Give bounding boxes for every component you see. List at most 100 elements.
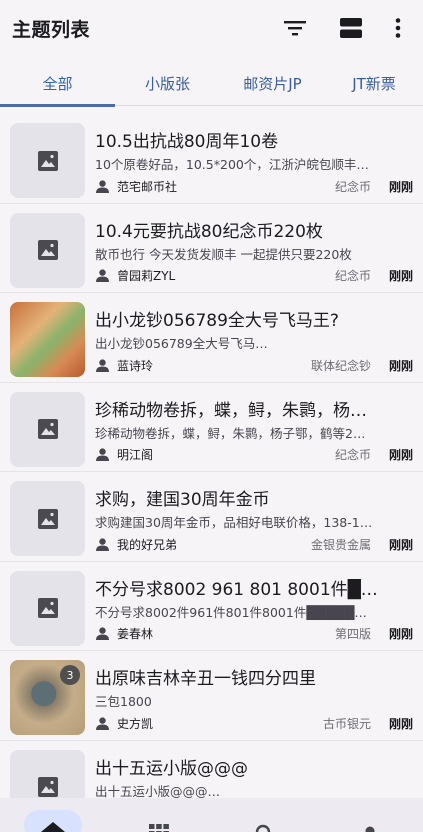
topic-meta: 明江阁 纪念币 刚刚 [95,446,413,464]
topic-title: 出小龙钞056789全大号飞马王? [95,311,339,331]
nav-home[interactable] [18,798,88,832]
topic-thumbnail[interactable] [10,570,85,646]
topic-description: 三包1800 [95,694,152,709]
topic-thumbnail[interactable] [10,481,85,556]
topic-category: 联体纪念钞 [310,358,371,373]
topic-title: 出原味吉林辛丑一钱四分四里 [95,669,316,689]
topic-content: 不分号求8002 961 801 8001件█… 不分号求8002件961件80… [95,562,413,651]
topic-category: 第四版 [334,627,371,641]
user-icon [95,358,109,372]
topic-author[interactable]: 姜春林 [117,625,335,642]
topic-time: 刚刚 [388,627,413,641]
topic-list-item[interactable]: 出小龙钞056789全大号飞马王? 出小龙钞056789全大号飞马… 蓝诗玲 联… [0,293,423,383]
topic-thumbnail[interactable] [10,123,85,198]
topic-meta: 姜春林 第四版 刚刚 [95,625,413,643]
tab-label: 邮资片JP [243,74,302,93]
topic-category: 纪念币 [334,179,371,194]
user-icon [95,179,109,193]
tab-label: 全部 [42,74,73,93]
tab-label: 小版张 [144,74,190,93]
more-vert-icon [395,18,401,38]
category-tabs: 全部 小版张 邮资片JP JT新票 [0,60,423,107]
topic-thumbnail[interactable]: 3 [10,660,85,735]
image-placeholder-icon [37,240,58,260]
topic-time: 刚刚 [388,269,413,283]
nav-profile[interactable] [335,798,405,832]
topic-time: 刚刚 [388,537,413,552]
topic-list-item[interactable]: 珍稀动物卷拆，蝶，鲟，朱鹮，杨… 珍稀动物卷拆，蝶，鲟，朱鹮，杨子鄂，鹤等2… … [0,383,423,472]
view-toggle-icon [340,18,362,38]
topic-category: 古币银元 [322,716,371,731]
user-icon [95,448,109,461]
image-placeholder-icon [37,777,58,797]
topic-description: 散币也行 今天发货发顺丰 一起提供只要220枚 [95,246,352,262]
topic-author[interactable]: 曾园莉ZYL [117,267,335,284]
user-icon [95,716,109,730]
user-icon-wrap [95,716,109,730]
topic-time: 刚刚 [388,358,413,373]
tab-postal-card[interactable]: 邮资片JP [220,60,325,106]
topic-time: 刚刚 [388,716,413,731]
topic-list-item[interactable]: 求购，建国30周年金币 求购建国30周年金币，品相好电联价格，138-1… 我的… [0,472,423,562]
topic-title: 不分号求8002 961 801 8001件█… [95,579,378,600]
user-icon-wrap [95,448,109,462]
user-icon-wrap [95,627,109,641]
topic-thumbnail[interactable] [10,302,85,377]
topic-author[interactable]: 我的好兄弟 [117,536,311,553]
topic-thumbnail[interactable] [10,391,85,467]
tab-all[interactable]: 全部 [0,60,115,107]
user-icon-wrap [95,537,109,551]
nav-search[interactable] [229,798,299,832]
topic-time: 刚刚 [388,179,413,194]
topic-list-item[interactable]: 3 出原味吉林辛丑一钱四分四里 三包1800 史方凯 古币银元 刚刚 [0,651,423,741]
app-screen: 主题列表 全部 小版张 邮资片JP JT新票 10.5出抗战80周年10卷 10… [0,0,423,832]
topic-time: 刚刚 [388,448,413,462]
topic-thumbnail[interactable] [10,212,85,288]
topic-content: 10.5出抗战80周年10卷 10个原卷好品，10.5*200个，江浙沪皖包顺丰… [95,114,413,203]
topic-description: 不分号求8002件961件801件8001件█████… [95,604,367,620]
user-icon-wrap [95,179,109,193]
topic-content: 出原味吉林辛丑一钱四分四里 三包1800 史方凯 古币银元 刚刚 [95,651,413,740]
topic-meta: 蓝诗玲 联体纪念钞 刚刚 [95,356,413,374]
topic-category: 纪念币 [334,269,371,283]
topic-description: 珍稀动物卷拆，蝶，鲟，朱鹮，杨子鄂，鹤等2… [95,425,366,441]
topic-title: 出十五运小版@@@ [95,758,248,779]
image-placeholder-icon [37,419,58,439]
view-toggle-button[interactable] [327,4,375,52]
topic-list-item[interactable]: 10.4元要抗战80纪念币220枚 散币也行 今天发货发顺丰 一起提供只要220… [0,204,423,293]
topic-title: 10.4元要抗战80纪念币220枚 [95,221,323,242]
topic-author[interactable]: 史方凯 [117,715,323,732]
tab-label: JT新票 [352,74,396,93]
tab-jt-stamps[interactable]: JT新票 [325,60,423,106]
topic-list: 10.5出抗战80周年10卷 10个原卷好品，10.5*200个，江浙沪皖包顺丰… [0,114,423,830]
bottom-navigation [0,798,423,832]
topic-list-item[interactable]: 不分号求8002 961 801 8001件█… 不分号求8002件961件80… [0,562,423,651]
nav-grid[interactable] [124,798,194,832]
topic-title: 10.5出抗战80周年10卷 [95,132,279,152]
image-count-badge: 3 [60,665,80,685]
topic-category: 金银贵金属 [310,537,371,552]
topic-author[interactable]: 范宅邮币社 [117,178,335,195]
topic-list-item[interactable]: 10.5出抗战80周年10卷 10个原卷好品，10.5*200个，江浙沪皖包顺丰… [0,114,423,204]
topic-title: 珍稀动物卷拆，蝶，鲟，朱鹮，杨… [95,400,367,421]
topbar-actions [271,0,423,56]
top-app-bar: 主题列表 [0,0,423,56]
topic-author[interactable]: 明江阁 [117,446,335,463]
search-icon [256,824,271,832]
user-icon [95,269,109,282]
image-placeholder-icon [37,598,58,618]
more-options-button[interactable] [383,4,413,52]
topic-description: 出十五运小版@@@… [95,783,221,799]
topic-title: 求购，建国30周年金币 [95,490,270,510]
filter-button[interactable] [271,4,319,52]
home-icon [40,822,65,832]
topic-meta: 曾园莉ZYL 纪念币 刚刚 [95,267,413,285]
topic-meta: 史方凯 古币银元 刚刚 [95,714,413,732]
topic-content: 出小龙钞056789全大号飞马王? 出小龙钞056789全大号飞马… 蓝诗玲 联… [95,293,413,382]
user-icon [95,537,109,551]
tab-mini-sheet[interactable]: 小版张 [115,60,220,106]
topic-content: 求购，建国30周年金币 求购建国30周年金币，品相好电联价格，138-1… 我的… [95,472,413,561]
grid-icon [148,824,169,832]
topic-author[interactable]: 蓝诗玲 [117,357,311,374]
tab-indicator [0,104,115,107]
